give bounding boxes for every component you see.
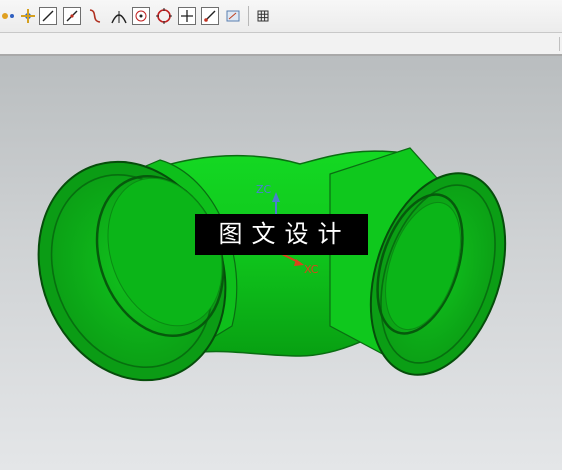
snap-icon[interactable] [0, 7, 18, 25]
curve-icon[interactable] [86, 7, 104, 25]
line-icon[interactable] [63, 7, 81, 25]
toolbar-separator [248, 6, 249, 26]
line-icon[interactable] [39, 7, 57, 25]
line-icon[interactable] [201, 7, 219, 25]
pipe-elbow-model[interactable] [0, 56, 562, 470]
toolbar-separator [559, 37, 560, 51]
watermark: 图文设计 [195, 214, 368, 255]
grid-icon[interactable] [254, 7, 272, 25]
circle-center-icon[interactable] [132, 7, 150, 25]
z-axis-label: ZC [256, 183, 272, 196]
view-icon[interactable] [224, 7, 242, 25]
circle-icon[interactable] [155, 7, 173, 25]
secondary-toolbar [0, 33, 562, 56]
graphics-viewport[interactable]: ZC XC 图文设计 [0, 56, 562, 470]
x-axis-label: XC [304, 263, 319, 276]
move-icon[interactable] [19, 7, 37, 25]
point-icon[interactable] [178, 7, 196, 25]
arc-icon[interactable] [110, 7, 128, 25]
toolbar [0, 0, 562, 33]
